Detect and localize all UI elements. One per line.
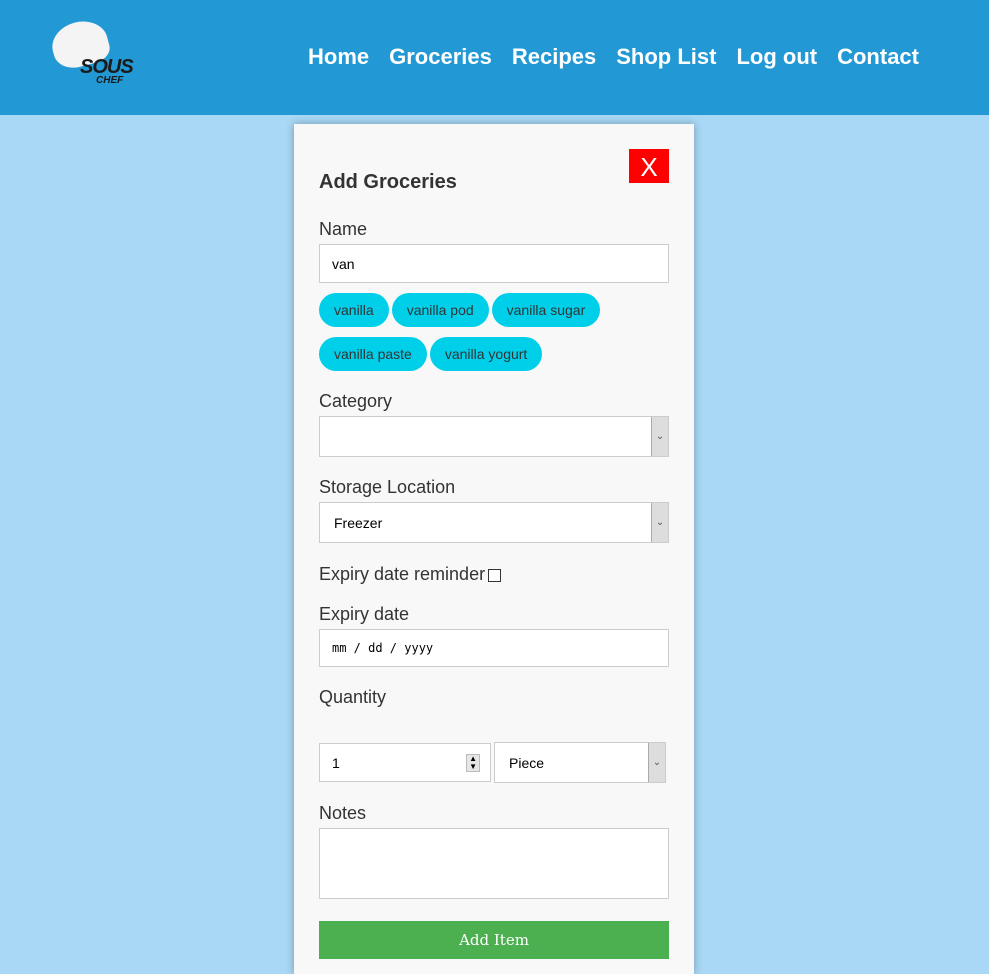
expiry-label: Expiry date bbox=[319, 604, 410, 624]
logo-subtext: CHEF bbox=[96, 75, 124, 86]
storage-label: Storage Location bbox=[319, 477, 456, 497]
name-label: Name bbox=[319, 219, 368, 239]
suggestion-chip[interactable]: vanilla bbox=[319, 293, 389, 327]
nav-contact[interactable]: Contact bbox=[837, 44, 919, 70]
unit-value: Piece bbox=[509, 754, 545, 771]
close-button[interactable]: X bbox=[629, 149, 669, 183]
modal-title: Add Groceries bbox=[319, 171, 457, 193]
main-nav: Home Groceries Recipes Shop List Log out… bbox=[308, 44, 919, 70]
chevron-down-icon: ⌄ bbox=[648, 743, 665, 782]
chevron-down-icon: ⌄ bbox=[651, 503, 668, 542]
category-select[interactable]: ⌄ bbox=[319, 416, 669, 457]
suggestion-chip[interactable]: vanilla yogurt bbox=[429, 337, 543, 371]
storage-select[interactable]: Freezer ⌄ bbox=[319, 502, 669, 543]
quantity-label: Quantity bbox=[319, 687, 387, 707]
quantity-stepper[interactable]: 1 ▲ ▼ bbox=[319, 743, 491, 782]
suggestion-chip[interactable]: vanilla paste bbox=[319, 337, 427, 371]
add-groceries-modal: X Add Groceries Name van vanilla vanilla… bbox=[294, 124, 694, 974]
suggestion-chip[interactable]: vanilla pod bbox=[391, 293, 489, 327]
header: SOUS CHEF Home Groceries Recipes Shop Li… bbox=[0, 0, 989, 115]
suggestion-chip[interactable]: vanilla sugar bbox=[491, 293, 601, 327]
quantity-value: 1 bbox=[332, 754, 340, 771]
logo[interactable]: SOUS CHEF bbox=[47, 15, 138, 88]
nav-home[interactable]: Home bbox=[308, 44, 369, 70]
notes-label: Notes bbox=[319, 803, 367, 823]
chevron-down-icon: ⌄ bbox=[651, 417, 668, 456]
expiry-reminder-label: Expiry date reminder bbox=[319, 564, 486, 584]
name-input[interactable]: van bbox=[319, 244, 669, 283]
category-label: Category bbox=[319, 391, 393, 411]
expiry-reminder-checkbox[interactable] bbox=[488, 568, 502, 582]
nav-recipes[interactable]: Recipes bbox=[512, 44, 596, 70]
spinner-icon[interactable]: ▲ ▼ bbox=[466, 753, 480, 772]
unit-select[interactable]: Piece ⌄ bbox=[494, 742, 666, 783]
expiry-date-input[interactable]: mm / dd / yyyy bbox=[319, 629, 669, 667]
notes-textarea[interactable] bbox=[319, 828, 669, 899]
add-item-button[interactable]: Add Item bbox=[319, 921, 669, 959]
expiry-reminder-row: Expiry date reminder bbox=[319, 564, 502, 585]
nav-shop-list[interactable]: Shop List bbox=[616, 44, 716, 70]
storage-value: Freezer bbox=[334, 514, 383, 531]
suggestion-list: vanilla vanilla pod vanilla sugar vanill… bbox=[319, 293, 669, 371]
nav-log-out[interactable]: Log out bbox=[736, 44, 817, 70]
nav-groceries[interactable]: Groceries bbox=[389, 44, 492, 70]
